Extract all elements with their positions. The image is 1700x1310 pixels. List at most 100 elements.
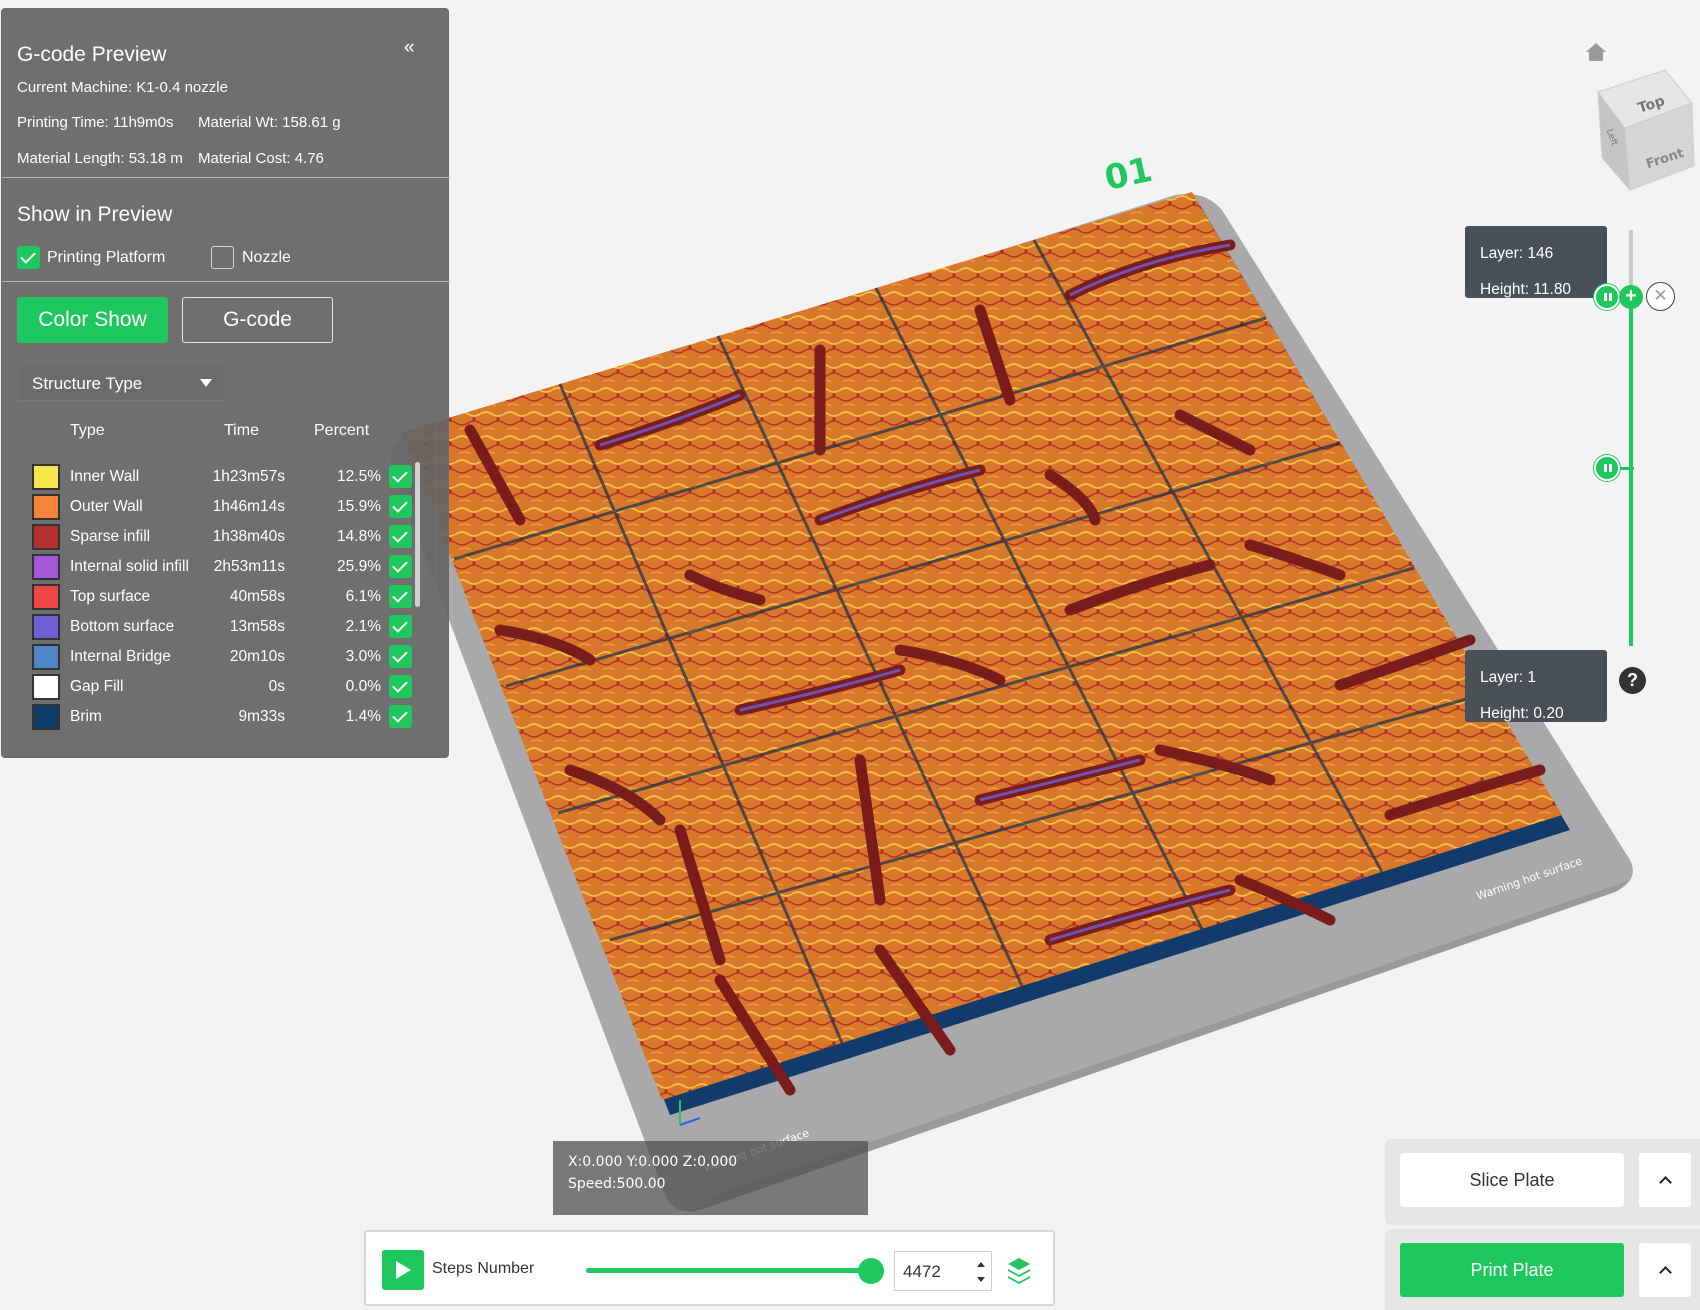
legend-time: 9m33s <box>238 708 285 725</box>
legend-percent: 14.8% <box>337 528 381 545</box>
legend-time: 20m10s <box>229 648 285 665</box>
sliced-model <box>402 192 1570 1115</box>
close-icon[interactable]: ✕ <box>1646 282 1675 311</box>
legend-visibility-checkbox[interactable] <box>389 465 412 488</box>
legend-row: Sparse infill 1h38m40s 14.8% <box>18 522 418 552</box>
legend-header-type: Type <box>70 422 105 439</box>
legend-row: Internal Bridge 20m10s 3.0% <box>18 642 418 672</box>
legend-time: 13m58s <box>229 618 285 635</box>
collapse-panel-button[interactable]: « <box>404 37 414 59</box>
steps-number-value: 4472 <box>903 1262 941 1281</box>
slice-plate-button[interactable]: Slice Plate <box>1400 1153 1624 1207</box>
legend-visibility-checkbox[interactable] <box>389 525 412 548</box>
add-pause-button[interactable]: + <box>1619 285 1643 309</box>
structure-legend: Type Time Percent Inner Wall 1h23m57s 12.5… <box>17 401 437 731</box>
legend-percent: 2.1% <box>345 618 381 635</box>
legend-percent: 6.1% <box>345 588 381 605</box>
gcode-tab[interactable]: G-code <box>182 297 333 343</box>
legend-percent: 0.0% <box>345 678 381 695</box>
print-plate-button[interactable]: Print Plate <box>1400 1243 1624 1297</box>
top-layer-handle[interactable] <box>1594 284 1620 310</box>
color-swatch <box>32 554 60 580</box>
legend-row: Top surface 40m58s 6.1% <box>18 582 418 612</box>
color-swatch <box>32 494 60 520</box>
nozzle-label: Nozzle <box>242 249 291 266</box>
legend-row: Outer Wall 1h46m14s 15.9% <box>18 492 418 522</box>
material-cost: Material Cost: 4.76 <box>198 150 324 167</box>
printing-platform-checkbox[interactable] <box>17 246 40 269</box>
play-button[interactable] <box>382 1250 424 1290</box>
print-plate-group: Print Plate <box>1385 1229 1700 1310</box>
plate-label: 01 <box>1101 150 1156 199</box>
legend-row: Internal solid infill 2h53m11s 25.9% <box>18 552 418 582</box>
legend-time: 40m58s <box>229 588 285 605</box>
legend-type: Inner Wall <box>70 468 140 485</box>
spin-down-icon[interactable] <box>977 1277 985 1282</box>
bottom-layer-number: Layer: 1 <box>1480 669 1537 686</box>
steps-slider-handle[interactable] <box>858 1258 884 1284</box>
legend-type: Top surface <box>70 588 151 605</box>
legend-scrollbar[interactable] <box>415 462 420 607</box>
printing-time: Printing Time: 11h9m0s <box>17 114 174 131</box>
steps-number-label: Steps Number <box>432 1260 535 1277</box>
bottom-layer-height: Height: 0.20 <box>1480 705 1564 722</box>
color-swatch <box>32 674 60 700</box>
view-cube[interactable]: Top Front Left <box>1590 68 1700 198</box>
bottom-layer-handle[interactable] <box>1594 455 1620 481</box>
steps-slider[interactable] <box>586 1268 876 1273</box>
color-swatch <box>32 614 60 640</box>
printing-platform-label: Printing Platform <box>47 249 166 266</box>
material-weight: Material Wt: 158.61 g <box>198 114 341 131</box>
help-icon[interactable]: ? <box>1619 667 1646 694</box>
legend-visibility-checkbox[interactable] <box>389 495 412 518</box>
legend-type: Gap Fill <box>70 678 124 695</box>
color-swatch <box>32 524 60 550</box>
bottom-layer-tooltip: Layer: 1 Height: 0.20 <box>1465 650 1607 722</box>
legend-percent: 12.5% <box>337 468 381 485</box>
slice-plate-group: Slice Plate <box>1385 1139 1700 1225</box>
coordinates-readout: X:0.000 Y:0.000 Z:0.000 Speed:500.00 <box>553 1141 868 1215</box>
panel-title: G-code Preview <box>17 43 167 66</box>
divider <box>2 177 450 178</box>
bottom-handle-tick <box>1620 467 1634 470</box>
print-options-chevron-up-icon[interactable] <box>1639 1243 1691 1297</box>
legend-visibility-checkbox[interactable] <box>389 585 412 608</box>
material-length: Material Length: 53.18 m <box>17 150 183 167</box>
nozzle-checkbox[interactable] <box>211 246 234 269</box>
color-swatch <box>32 584 60 610</box>
legend-visibility-checkbox[interactable] <box>389 705 412 728</box>
layers-icon[interactable] <box>1006 1256 1032 1284</box>
home-icon[interactable] <box>1585 42 1607 62</box>
legend-row: Bottom surface 13m58s 2.1% <box>18 612 418 642</box>
legend-header-percent: Percent <box>314 422 370 439</box>
legend-time: 0s <box>268 678 285 695</box>
legend-row: Inner Wall 1h23m57s 12.5% <box>18 462 418 492</box>
legend-visibility-checkbox[interactable] <box>389 555 412 578</box>
legend-type: Internal Bridge <box>70 648 171 665</box>
legend-row: Brim 9m33s 1.4% <box>18 702 418 730</box>
dropdown-arrow-icon <box>200 379 212 387</box>
legend-time: 1h23m57s <box>212 468 285 485</box>
structure-type-value: Structure Type <box>32 374 143 393</box>
color-show-tab[interactable]: Color Show <box>17 297 168 343</box>
legend-percent: 3.0% <box>345 648 381 665</box>
legend-type: Outer Wall <box>70 498 143 515</box>
steps-toolbar: Steps Number 4472 <box>364 1230 1055 1306</box>
legend-type: Sparse infill <box>70 528 151 545</box>
legend-time: 1h46m14s <box>212 498 285 515</box>
top-layer-number: Layer: 146 <box>1480 245 1554 262</box>
steps-number-input[interactable]: 4472 <box>894 1251 992 1291</box>
legend-row: Gap Fill 0s 0.0% <box>18 672 418 702</box>
spin-up-icon[interactable] <box>977 1262 985 1267</box>
legend-visibility-checkbox[interactable] <box>389 615 412 638</box>
legend-header-time: Time <box>224 422 259 439</box>
legend-visibility-checkbox[interactable] <box>389 675 412 698</box>
legend-visibility-checkbox[interactable] <box>389 645 412 668</box>
legend-percent: 25.9% <box>337 558 381 575</box>
layer-slider-track[interactable] <box>1629 296 1633 646</box>
legend-type: Internal solid infill <box>70 558 189 575</box>
color-swatch <box>32 464 60 490</box>
structure-type-select[interactable]: Structure Type <box>19 366 225 401</box>
slice-options-chevron-up-icon[interactable] <box>1639 1153 1691 1207</box>
legend-percent: 15.9% <box>337 498 381 515</box>
